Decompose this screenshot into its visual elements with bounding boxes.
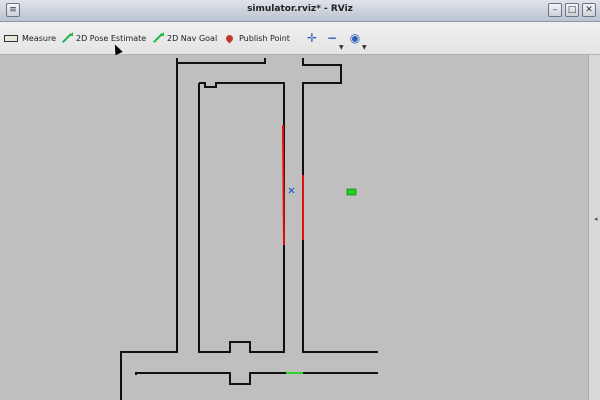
chevron-down-icon[interactable]: ▼ [362, 44, 367, 51]
nav-goal-tool-button[interactable]: 2D Nav Goal [153, 22, 217, 54]
window-title: simulator.rviz* - RViz [247, 4, 353, 14]
splitter-handle-icon[interactable]: ◂ [594, 215, 598, 223]
green-arrow-icon [153, 33, 163, 43]
map-walls [120, 58, 378, 400]
minimize-button[interactable]: – [548, 3, 562, 17]
close-button[interactable]: ✕ [582, 3, 596, 17]
measure-tool-button[interactable]: Measure [4, 22, 56, 54]
wall-segment [135, 372, 378, 385]
chevron-down-icon[interactable]: ▼ [339, 44, 344, 51]
publish-point-tool-button[interactable]: Publish Point [224, 22, 290, 54]
wall-segment [120, 63, 178, 400]
pose-marker [288, 187, 295, 194]
laser-scan [282, 124, 304, 246]
move-camera-icon[interactable]: ✛ [306, 32, 318, 44]
publish-point-label: Publish Point [239, 33, 290, 43]
green-arrow-icon [62, 33, 72, 43]
wall-segment [302, 58, 378, 353]
pose-estimate-tool-button[interactable]: 2D Pose Estimate [62, 22, 146, 54]
3d-render-view[interactable] [0, 55, 588, 400]
laser-segment [282, 124, 285, 246]
wall-segment [176, 58, 266, 64]
map-pin-icon [224, 33, 235, 43]
vertical-scrollbar[interactable]: ◂ [588, 55, 600, 400]
window-titlebar: ≡ simulator.rviz* - RViz – □ ✕ [0, 0, 600, 22]
wall-segment [198, 82, 285, 353]
pose-estimate-label: 2D Pose Estimate [76, 33, 147, 43]
maximize-button[interactable]: □ [565, 3, 579, 17]
eye-icon[interactable]: ◉ [349, 32, 361, 44]
nav-goal-label: 2D Nav Goal [167, 33, 218, 43]
occupancy-map [120, 58, 378, 400]
ruler-icon [4, 34, 18, 42]
tools-toolbar: Measure 2D Pose Estimate 2D Nav Goal Pub… [0, 22, 600, 55]
robot-model [346, 188, 357, 196]
measure-label: Measure [22, 33, 56, 43]
zoom-minus-icon[interactable]: − [326, 32, 338, 44]
